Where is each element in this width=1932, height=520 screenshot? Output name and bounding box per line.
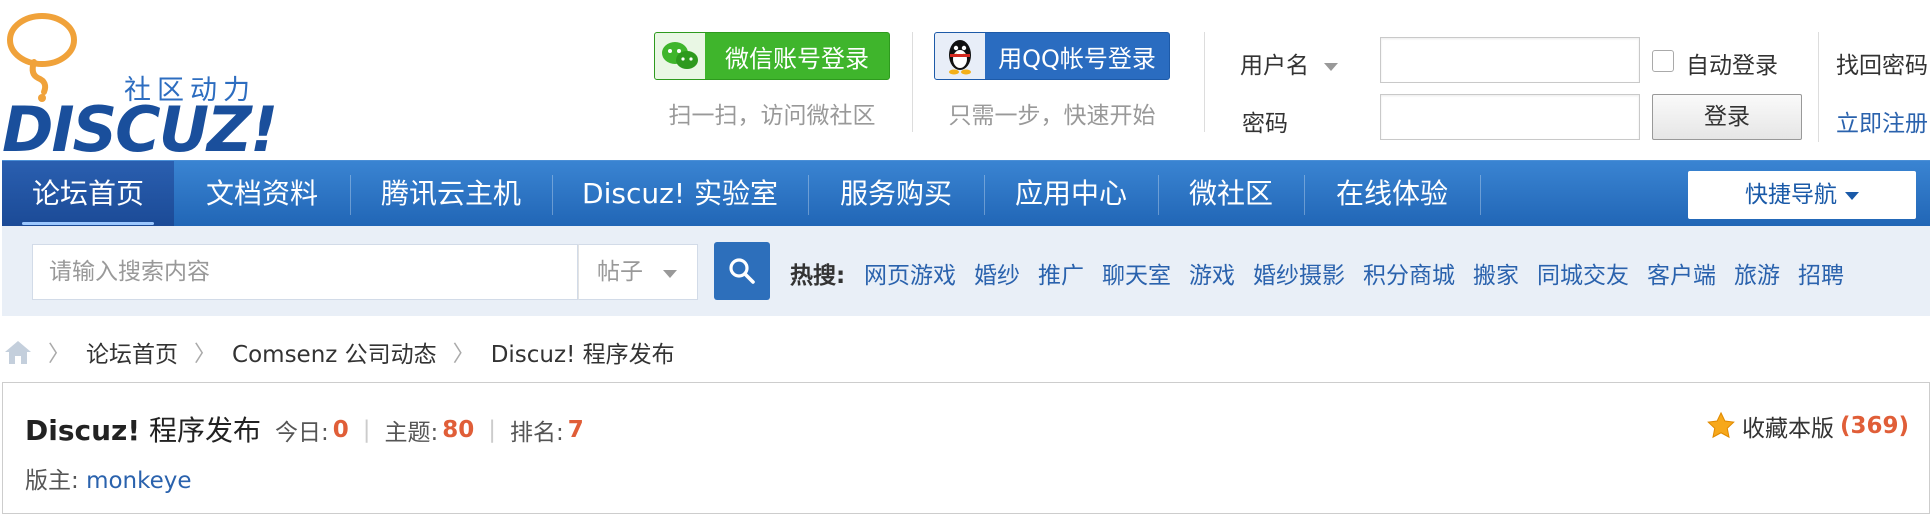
hot-search-term[interactable]: 推广 (1038, 256, 1084, 290)
qq-login-label: 用QQ帐号登录 (998, 44, 1156, 73)
hot-search-term[interactable]: 网页游戏 (864, 256, 956, 290)
password-label: 密码 (1242, 111, 1288, 137)
nav-item-app-center[interactable]: 应用中心 (984, 161, 1158, 227)
main-nav: 论坛首页 文档资料 腾讯云主机 Discuz! 实验室 服务购买 应用中心 微社… (2, 160, 1930, 227)
password-input[interactable] (1380, 94, 1640, 140)
header-divider (912, 32, 913, 132)
nav-item-purchase[interactable]: 服务购买 (808, 161, 984, 227)
hot-search-list: 网页游戏 婚纱 推广 聊天室 游戏 婚纱摄影 积分商城 搬家 同城交友 客户端 … (864, 256, 1844, 290)
speech-bubble-icon (7, 13, 77, 102)
forgot-password-link[interactable]: 找回密码 (1836, 46, 1928, 80)
hot-search-term[interactable]: 搬家 (1473, 256, 1519, 290)
nav-item-online-demo[interactable]: 在线体验 (1304, 161, 1480, 227)
register-link[interactable]: 立即注册 (1836, 104, 1928, 138)
rank-value: 7 (567, 417, 584, 443)
breadcrumb-separator-icon: 〉 (194, 342, 217, 367)
quick-nav-label: 快捷导航 (1745, 182, 1837, 208)
hot-search-term[interactable]: 旅游 (1734, 256, 1780, 290)
forum-title-brand: Discuz! (25, 414, 141, 447)
hot-search-term[interactable]: 客户端 (1647, 256, 1716, 290)
login-divider (1818, 32, 1819, 142)
breadcrumb-item-current[interactable]: Discuz! 程序发布 (491, 335, 675, 369)
chevron-down-icon (663, 270, 677, 278)
hot-search-term[interactable]: 婚纱 (974, 256, 1020, 290)
rank-label: 排名: (510, 420, 564, 446)
hot-search-term[interactable]: 婚纱摄影 (1253, 256, 1345, 290)
forum-info-box: Discuz! 程序发布 今日: 0 | 主题: 80 | 排名: 7 版主: … (2, 382, 1930, 514)
nav-item-forum-home[interactable]: 论坛首页 (2, 161, 174, 227)
site-header: 社区动力 DISCUZ! 微信账号登录 扫一扫，访问微社区 用QQ帐号登录 只需… (0, 0, 1932, 161)
discuz-logo[interactable]: 社区动力 DISCUZ! (0, 12, 278, 161)
topics-label: 主题: (384, 420, 439, 446)
search-bar: 请输入搜索内容 帖子 热搜: 网页游戏 婚纱 推广 聊天室 游戏 婚纱摄影 积分… (2, 226, 1930, 316)
moderator-line: 版主: monkeye (25, 461, 192, 495)
header-divider (1204, 32, 1205, 132)
star-icon (1707, 411, 1735, 439)
hot-search-label: 热搜: (790, 263, 846, 289)
search-type-select[interactable]: 帖子 (578, 244, 698, 300)
favorite-count: (369) (1839, 413, 1909, 439)
home-icon[interactable] (4, 339, 32, 365)
auto-login-label[interactable]: 自动登录 (1686, 46, 1778, 80)
username-label: 用户名 (1240, 53, 1309, 79)
auto-login-checkbox[interactable] (1652, 50, 1674, 72)
qq-login-block: 用QQ帐号登录 只需一步，快速开始 (932, 32, 1172, 129)
nav-item-wsq[interactable]: 微社区 (1158, 161, 1304, 227)
favorite-label: 收藏本版 (1741, 416, 1834, 442)
hot-search-term[interactable]: 游戏 (1189, 256, 1235, 290)
qq-login-button[interactable]: 用QQ帐号登录 (934, 32, 1170, 80)
login-button[interactable]: 登录 (1652, 94, 1802, 140)
search-icon (729, 258, 755, 284)
search-type-value: 帖子 (597, 259, 643, 285)
nav-item-docs[interactable]: 文档资料 (174, 161, 350, 227)
forum-title-name: 程序发布 (140, 414, 262, 447)
nav-item-lab[interactable]: Discuz! 实验室 (552, 161, 808, 227)
hot-search-term[interactable]: 招聘 (1798, 256, 1844, 290)
today-label: 今日: (275, 420, 329, 446)
hot-search-term[interactable]: 积分商城 (1363, 256, 1455, 290)
breadcrumb-separator-icon: 〉 (452, 342, 475, 367)
stats-divider: | (362, 417, 371, 443)
favorite-forum-button[interactable]: 收藏本版 (369) (1706, 409, 1909, 443)
wechat-login-button[interactable]: 微信账号登录 (654, 32, 890, 80)
chevron-down-icon (1324, 62, 1339, 71)
nav-item-tencent-cloud[interactable]: 腾讯云主机 (350, 161, 552, 227)
logo-wordmark: DISCUZ! (2, 93, 278, 166)
moderator-link[interactable]: monkeye (86, 468, 191, 494)
breadcrumb-item[interactable]: Comsenz 公司动态 (232, 335, 437, 369)
forum-stats: 今日: 0 | 主题: 80 | 排名: 7 (275, 413, 584, 447)
qq-penguin-icon (935, 33, 985, 79)
stats-divider: | (488, 417, 497, 443)
hot-search-term[interactable]: 同城交友 (1537, 256, 1629, 290)
forum-title: Discuz! 程序发布 (25, 409, 261, 449)
moderator-label: 版主: (25, 468, 79, 494)
wechat-icon (655, 33, 705, 79)
breadcrumb-separator-icon: 〉 (48, 342, 71, 367)
chevron-down-icon (1845, 191, 1859, 200)
today-count: 0 (332, 417, 349, 443)
topics-count: 80 (442, 417, 475, 443)
username-type-select[interactable]: 用户名 (1240, 46, 1339, 80)
nav-divider (1480, 175, 1481, 215)
wechat-login-label: 微信账号登录 (725, 44, 869, 73)
hot-search-term[interactable]: 聊天室 (1102, 256, 1171, 290)
breadcrumb: 〉 论坛首页 〉 Comsenz 公司动态 〉 Discuz! 程序发布 (2, 336, 675, 368)
breadcrumb-item[interactable]: 论坛首页 (86, 335, 178, 369)
search-input[interactable]: 请输入搜索内容 (32, 244, 578, 300)
search-button[interactable] (714, 242, 770, 300)
qq-login-subtext: 只需一步，快速开始 (948, 103, 1156, 129)
username-input[interactable] (1380, 37, 1640, 83)
wechat-login-subtext: 扫一扫，访问微社区 (668, 103, 876, 129)
quick-nav-button[interactable]: 快捷导航 (1688, 171, 1916, 219)
wechat-login-block: 微信账号登录 扫一扫，访问微社区 (652, 32, 892, 129)
